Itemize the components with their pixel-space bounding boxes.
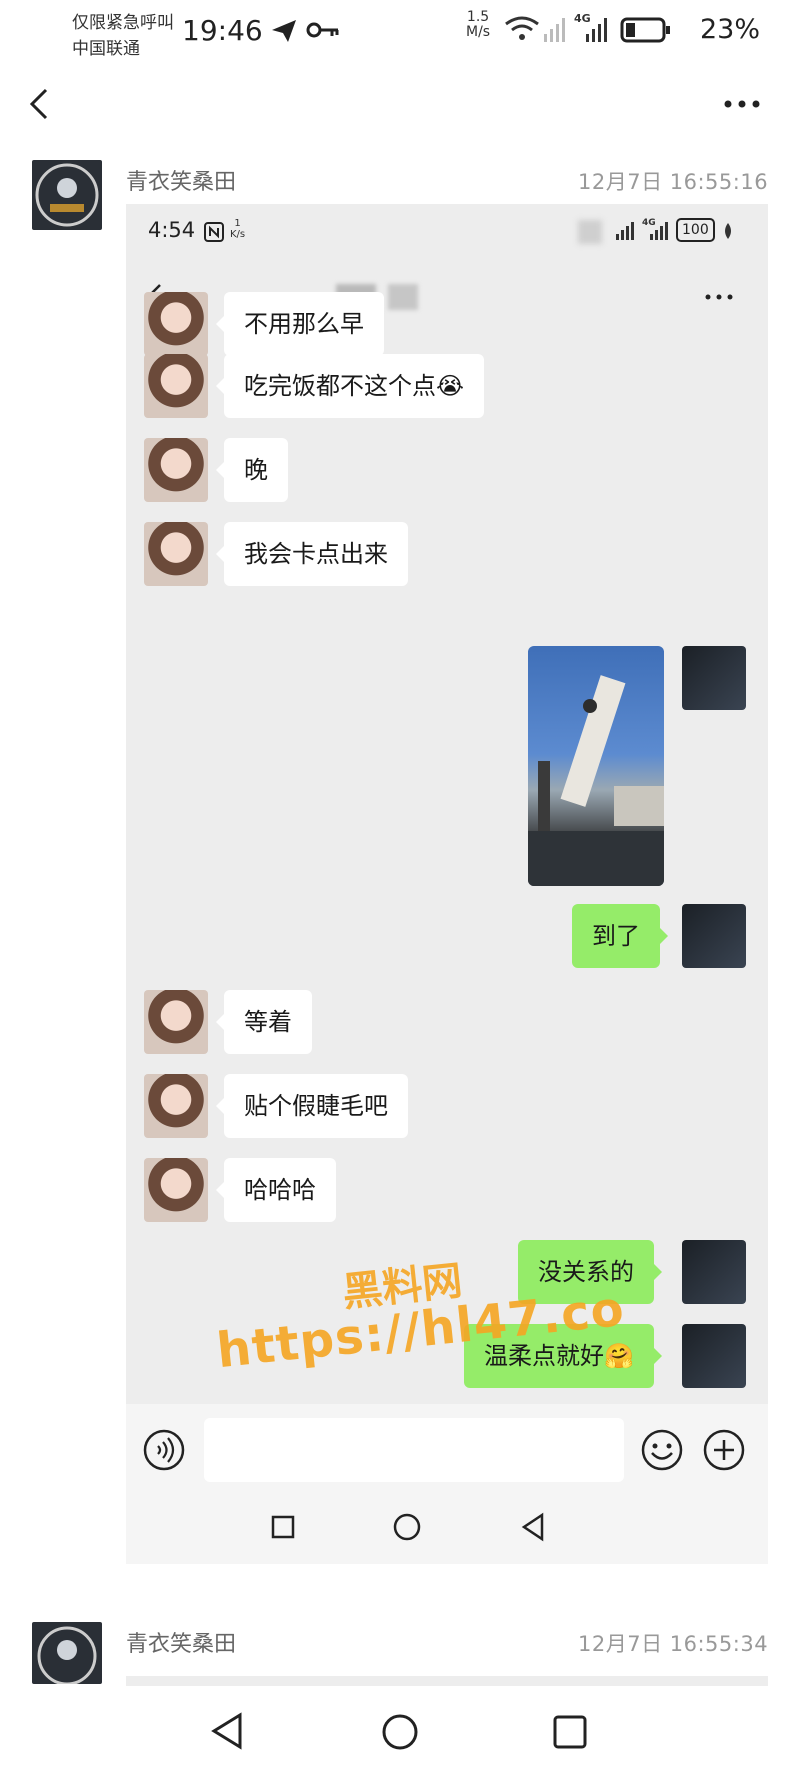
avatar-image <box>35 163 99 227</box>
plus-icon[interactable] <box>702 1428 746 1472</box>
more-dots-icon[interactable] <box>722 96 762 112</box>
message-bubble[interactable]: 等着 <box>216 990 312 1054</box>
nav-home-icon[interactable] <box>380 1712 420 1752</box>
author-avatar[interactable] <box>32 1622 102 1684</box>
send-arrow-icon <box>272 20 296 42</box>
self-avatar[interactable] <box>682 1324 746 1388</box>
wifi-icon <box>505 16 539 40</box>
signal-sim1-icon <box>544 18 565 42</box>
signal-sim2-icon <box>586 18 607 42</box>
contact-avatar[interactable] <box>144 522 208 586</box>
nfc-icon <box>204 222 224 242</box>
inner-system-nav <box>126 1484 768 1564</box>
inner-net-speed-unit: K/s <box>230 229 246 240</box>
clock-tower-image <box>528 675 664 886</box>
net-speed: 1.5 M/s <box>466 10 490 40</box>
battery-percent: 23% <box>700 14 761 45</box>
inner-home-icon[interactable] <box>392 1512 422 1542</box>
key-icon <box>306 22 339 38</box>
message-bubble[interactable]: 贴个假睫毛吧 <box>216 1074 408 1138</box>
message-bubble[interactable]: 我会卡点出来 <box>216 522 408 586</box>
blurred-contact-name-2 <box>388 284 418 310</box>
contact-avatar[interactable] <box>144 292 208 356</box>
inner-status-bar: 4:54 1 K/s 4G 100 <box>126 204 768 260</box>
net-speed-value: 1.5 <box>466 9 490 25</box>
self-avatar[interactable] <box>682 646 746 710</box>
author-name[interactable]: 青衣笑桑田 <box>126 1626 236 1658</box>
contact-avatar[interactable] <box>144 1074 208 1138</box>
inner-signal2-icon <box>650 222 668 240</box>
message-bubble[interactable]: 不用那么早 <box>216 292 384 356</box>
clock: 19:46 <box>182 14 263 47</box>
inner-clock: 4:54 <box>148 218 196 242</box>
inner-net-speed-value: 1 <box>234 218 241 229</box>
self-avatar[interactable] <box>682 904 746 968</box>
author-name[interactable]: 青衣笑桑田 <box>126 164 236 196</box>
post-time: 12月7日 16:55:34 <box>578 1632 769 1656</box>
contact-avatar[interactable] <box>144 354 208 418</box>
blurred-status <box>578 220 602 244</box>
contact-avatar[interactable] <box>144 438 208 502</box>
battery-icon <box>620 17 670 43</box>
nav-recents-icon[interactable] <box>552 1714 588 1750</box>
status-bar: 仅限紧急呼叫 中国联通 19:46 1.5 M/s 4G 23% <box>0 0 800 64</box>
message-bubble-self[interactable]: 到了 <box>572 904 668 968</box>
message-bubble[interactable]: 哈哈哈 <box>216 1158 336 1222</box>
message-bubble[interactable]: 吃完饭都不这个点😭 <box>215 354 485 418</box>
message-bubble[interactable]: 晚 <box>216 438 288 502</box>
post-time: 12月7日 16:55:16 <box>578 170 769 194</box>
inner-more-dots-icon[interactable] <box>704 292 734 302</box>
emoji-icon[interactable] <box>640 1428 684 1472</box>
message-input[interactable] <box>204 1418 624 1482</box>
inner-signal-icon <box>616 222 634 240</box>
author-avatar[interactable] <box>32 160 102 230</box>
nav-back-icon[interactable] <box>210 1712 244 1750</box>
leaf-icon <box>725 223 731 239</box>
inner-recents-icon[interactable] <box>270 1514 296 1540</box>
contact-avatar[interactable] <box>144 990 208 1054</box>
inner-back-icon[interactable] <box>520 1512 546 1542</box>
carrier-text: 仅限紧急呼叫 <box>72 13 174 33</box>
inner-battery: 100 <box>676 218 715 242</box>
voice-icon[interactable] <box>142 1428 186 1472</box>
system-nav-bar <box>0 1690 800 1777</box>
chevron-left-icon[interactable] <box>22 86 58 122</box>
avatar-image <box>37 1626 97 1684</box>
carrier-name: 中国联通 <box>72 39 140 59</box>
post-image-preview[interactable] <box>126 1676 768 1686</box>
net-speed-unit: M/s <box>466 24 491 40</box>
self-avatar[interactable] <box>682 1240 746 1304</box>
inner-net-speed: 1 K/s <box>230 218 245 240</box>
photo-message[interactable] <box>528 646 664 886</box>
contact-avatar[interactable] <box>144 1158 208 1222</box>
